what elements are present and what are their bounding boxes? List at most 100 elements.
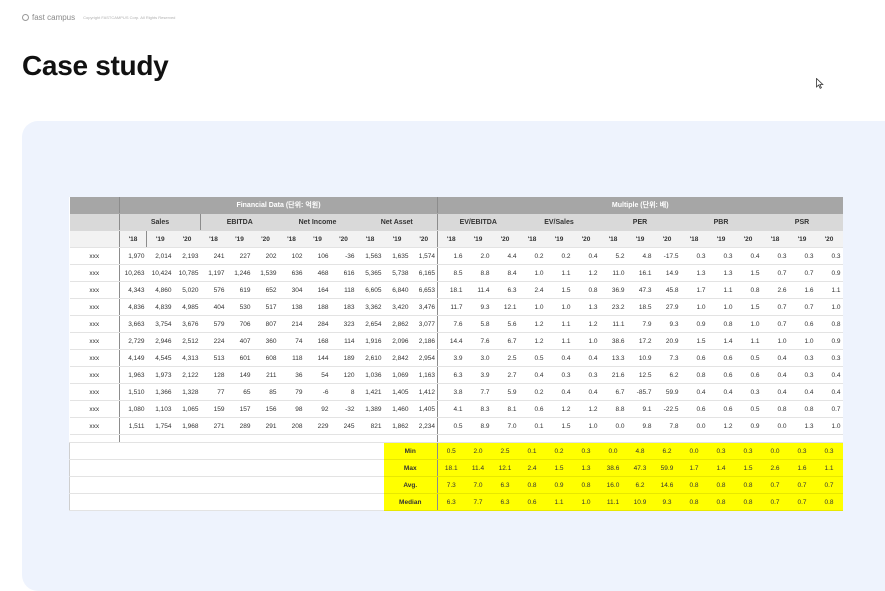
table-cell: 1.6 (788, 281, 816, 299)
table-cell: 0.4 (707, 383, 735, 401)
stat-cell: 18.1 (437, 459, 465, 477)
table-cell: 211 (252, 366, 279, 384)
table-cell: 118 (278, 349, 305, 367)
stat-row-min: Min 0.5 2.0 2.5 0.1 0.2 0.3 0.0 4.8 6.2 0.0 0.3 0.3 0… (69, 442, 843, 460)
table-cell: 102 (278, 247, 305, 265)
table-cell: 168 (304, 332, 331, 350)
table-cell: 1.0 (815, 417, 843, 435)
stat-row-max: Max 18.1 11.4 12.1 2.4 1.5 1.3 38.6 47.3 59.9 1.7 1… (69, 459, 843, 477)
table-cell: 576 (200, 281, 227, 299)
spacer-cell (173, 434, 201, 443)
table-cell: 10,424 (146, 264, 174, 282)
table-cell: 1.2 (572, 400, 600, 418)
year-header: '20 (653, 230, 681, 248)
table-cell: 2.6 (761, 281, 789, 299)
copyright-text: Copyright FASTCAMPUS Corp. All Rights Re… (83, 15, 176, 20)
table-cell: 7.8 (653, 417, 681, 435)
page-title: Case study (22, 50, 169, 81)
stat-row-median: Median 6.3 7.7 6.3 0.6 1.1 1.0 11.1 10.9 9.3 0.8 0.… (69, 493, 843, 511)
stat-cell: 0.5 (437, 442, 465, 460)
table-cell: 5,020 (173, 281, 201, 299)
table-cell: 227 (226, 247, 253, 265)
table-cell: 138 (278, 298, 305, 316)
table-cell: 1.0 (545, 298, 573, 316)
stat-cell: 2.6 (761, 459, 789, 477)
table-cell: 202 (252, 247, 279, 265)
table-cell: 1.0 (707, 298, 735, 316)
table-cell: 1.1 (707, 281, 735, 299)
table-cell: 1.1 (815, 281, 843, 299)
table-cell: -22.5 (653, 400, 681, 418)
table-cell: 47.3 (626, 281, 654, 299)
table-cell: 0.7 (788, 298, 816, 316)
table-cell: 4,313 (173, 349, 201, 367)
table-cell: 304 (278, 281, 305, 299)
year-header: '18 (437, 230, 465, 248)
table-cell: 404 (200, 298, 227, 316)
spacer-cell (761, 434, 789, 443)
table-cell: 214 (278, 315, 305, 333)
stat-cell: 0.6 (518, 493, 546, 511)
spacer-cell (815, 434, 843, 443)
table-cell: 188 (304, 298, 331, 316)
table-cell: 0.7 (788, 264, 816, 282)
table-cell: 1,916 (356, 332, 384, 350)
table-cell: 118 (330, 281, 357, 299)
blank-cell (119, 476, 384, 494)
stat-cell: 0.3 (707, 442, 735, 460)
stat-cell: 9.3 (653, 493, 681, 511)
table-cell: 2,654 (356, 315, 384, 333)
table-cell: 3.9 (464, 366, 492, 384)
table-row: xxx 4,149 4,545 4,313 513 601 608 118 144 189 2,61… (69, 349, 843, 367)
table-cell: 224 (200, 332, 227, 350)
stat-cell: 0.7 (761, 476, 789, 494)
table-cell: 16.1 (626, 264, 654, 282)
table-cell: 0.6 (680, 349, 708, 367)
table-cell: 1,460 (383, 400, 411, 418)
company-label: xxx (69, 281, 120, 299)
table-cell: 0.7 (761, 264, 789, 282)
table-cell: 1.2 (545, 400, 573, 418)
year-header: '20 (252, 230, 279, 248)
spacer-cell (304, 434, 331, 443)
year-header: '19 (146, 230, 174, 248)
table-cell: 513 (200, 349, 227, 367)
table-cell: 1,970 (119, 247, 147, 265)
year-header: '20 (572, 230, 600, 248)
multiple-header: Multiple (단위: 배) (437, 197, 843, 214)
spacer-cell (278, 434, 305, 443)
table-cell: 8.8 (599, 400, 627, 418)
table-cell: 1.0 (761, 332, 789, 350)
stat-cell: 0.8 (680, 476, 708, 494)
table-cell: 2,512 (173, 332, 201, 350)
stat-cell: 11.4 (464, 459, 492, 477)
company-label: xxx (69, 383, 120, 401)
spacer-cell (707, 434, 735, 443)
table-cell: 0.8 (734, 281, 762, 299)
table-cell: 1.0 (815, 298, 843, 316)
blank-cell (69, 442, 120, 460)
table-cell: -85.7 (626, 383, 654, 401)
stat-cell: 0.8 (518, 476, 546, 494)
stat-cell: 6.3 (491, 476, 519, 494)
year-header: '20 (491, 230, 519, 248)
stat-cell: 0.8 (815, 493, 843, 511)
table-cell: 36 (278, 366, 305, 384)
table-cell: 1,973 (146, 366, 174, 384)
table-cell: 1.5 (545, 281, 573, 299)
table-cell: 1.0 (734, 315, 762, 333)
year-header: '19 (464, 230, 492, 248)
table-cell: 1.0 (518, 264, 546, 282)
table-cell: 128 (200, 366, 227, 384)
table-cell: 4,985 (173, 298, 201, 316)
table-cell: 11.4 (464, 281, 492, 299)
table-cell: 1,328 (173, 383, 201, 401)
table-cell: 2,729 (119, 332, 147, 350)
table-metric-header-row: Sales EBITDA Net Income Net Asset EV/EBITDA E… (69, 213, 843, 231)
table-cell: 1,563 (356, 247, 384, 265)
company-label: xxx (69, 417, 120, 435)
table-cell: 530 (226, 298, 253, 316)
table-cell: 636 (278, 264, 305, 282)
table-cell: -17.5 (653, 247, 681, 265)
table-cell: -32 (330, 400, 357, 418)
